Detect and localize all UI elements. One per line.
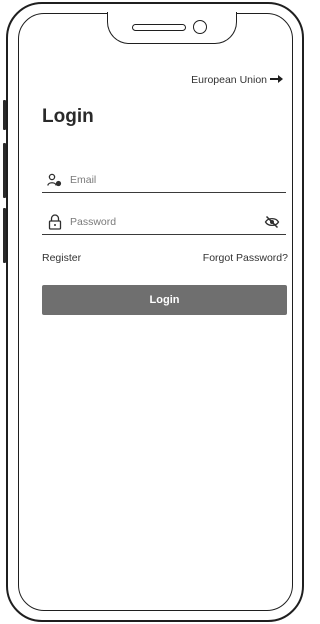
eye-slash-icon[interactable] — [264, 214, 280, 230]
login-screen: European Union Login Email Register Forg… — [20, 0, 288, 600]
login-button[interactable]: Login — [42, 285, 287, 315]
lock-icon — [46, 214, 64, 230]
auth-links: Register Forgot Password? — [42, 252, 288, 264]
region-label: European Union — [191, 73, 267, 86]
password-field[interactable] — [42, 210, 286, 235]
email-input[interactable] — [70, 174, 286, 186]
email-field[interactable] — [42, 168, 286, 193]
phone-volume-up-button — [3, 143, 6, 198]
forgot-password-link[interactable]: Forgot Password? — [203, 252, 288, 264]
phone-volume-down-button — [3, 208, 6, 263]
region-selector[interactable]: European Union — [191, 73, 285, 86]
phone-side-button — [3, 100, 6, 130]
page-title: Login — [42, 106, 94, 127]
arrow-right-icon — [269, 73, 285, 86]
user-key-icon — [46, 172, 64, 188]
register-link[interactable]: Register — [42, 252, 81, 264]
password-input[interactable] — [70, 216, 264, 228]
